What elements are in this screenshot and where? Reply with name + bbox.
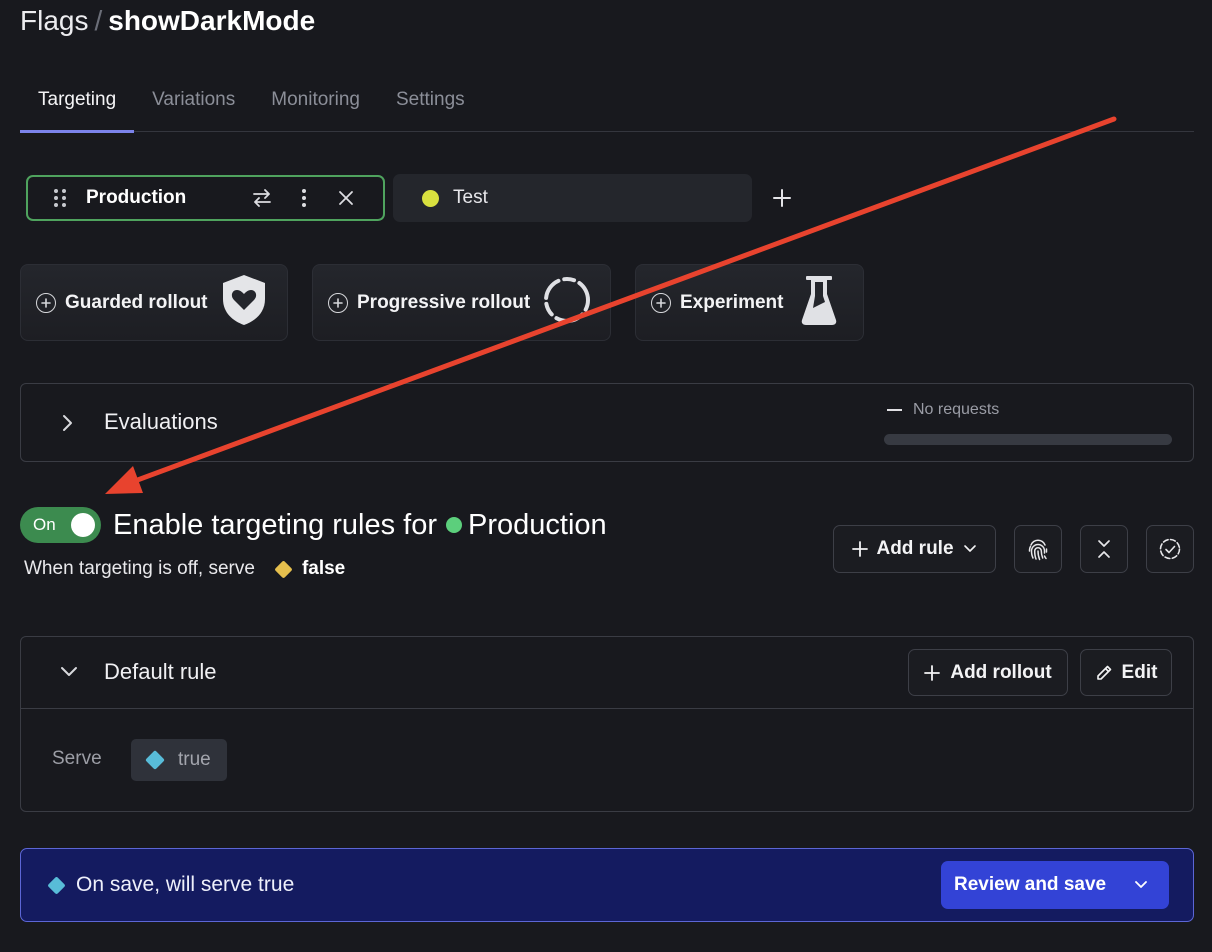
save-message-text: On save, will serve true [76,873,295,896]
guarded-rollout-card[interactable]: Guarded rollout [20,264,288,341]
save-message: On save, will serve true [47,873,295,897]
close-icon[interactable] [325,190,367,206]
add-environment-button[interactable] [768,184,796,212]
toggle-label: On [33,515,56,534]
environment-tab-test[interactable]: Test [393,174,752,222]
more-vertical-icon[interactable] [283,188,325,208]
tab-variations[interactable]: Variations [134,80,253,132]
tab-targeting[interactable]: Targeting [20,80,135,133]
targeting-off-variation: When targeting is off, serve false [24,558,345,580]
page-title: Flags / showDarkMode [20,4,315,38]
card-label: Guarded rollout [65,291,208,313]
targeting-off-value[interactable]: false [302,558,345,580]
environment-color-dot [446,517,463,533]
evaluations-status-text: No requests [913,401,1000,418]
dash-icon [887,409,902,411]
edit-label: Edit [1121,661,1158,683]
fingerprint-button[interactable] [1014,525,1062,573]
plus-icon [852,541,869,557]
review-and-save-button[interactable]: Review and save [941,861,1169,909]
environment-color-dot [422,189,439,207]
serve-value: true [178,749,211,770]
check-circle-dashed-icon [1159,538,1181,560]
targeting-title-text: Enable targeting rules for [113,509,438,541]
targeting-toggle[interactable]: On [20,507,101,543]
add-rollout-button[interactable]: Add rollout [908,649,1068,696]
targeting-title: Enable targeting rules for Production [113,507,607,543]
edit-button[interactable]: Edit [1080,649,1172,696]
variation-diamond-icon [274,559,293,579]
add-rule-label: Add rule [876,538,954,559]
progressive-rollout-card[interactable]: Progressive rollout [312,264,611,341]
swap-icon[interactable] [241,188,283,208]
chevron-down-icon[interactable] [59,665,79,684]
flag-tabs: Targeting Variations Monitoring Settings [20,80,1194,133]
flask-icon [801,274,837,331]
review-check-button[interactable] [1146,525,1194,573]
breadcrumb-flags[interactable]: Flags [20,5,88,36]
evaluations-status: No requests [887,401,999,419]
toggle-knob [71,513,95,537]
evaluations-panel[interactable]: Evaluations No requests [20,383,1194,462]
chevron-right-icon[interactable] [61,413,73,438]
variation-diamond-icon [145,750,165,770]
serve-label: Serve [52,748,102,769]
add-rollout-label: Add rollout [950,661,1052,683]
add-circle-icon [36,292,56,313]
plus-icon [773,189,791,207]
shield-heart-icon [220,273,268,332]
dashed-circle-icon [542,275,592,330]
experiment-card[interactable]: Experiment [635,264,864,341]
card-label: Progressive rollout [357,291,531,313]
collapse-all-button[interactable] [1080,525,1128,573]
evaluations-title: Evaluations [104,409,218,434]
tab-monitoring[interactable]: Monitoring [253,80,378,132]
plus-icon [924,664,941,681]
default-rule-panel: Default rule Add rollout Edit Serve true [20,636,1194,812]
tab-settings[interactable]: Settings [378,80,483,132]
evaluations-progress-bar [884,434,1172,445]
fingerprint-icon [1028,539,1048,561]
annotation-arrow-head [105,466,143,494]
chevron-down-icon[interactable] [1121,880,1161,890]
collapse-all-icon [1098,540,1110,558]
pencil-icon [1096,665,1111,680]
card-label: Experiment [680,291,784,313]
environment-label: Production [86,187,187,208]
variation-diamond-icon [47,875,66,895]
serve-variation-select[interactable]: true [131,739,227,781]
targeting-environment: Production [468,509,607,541]
add-circle-icon [651,292,671,313]
environment-tab-production[interactable]: Production [26,175,385,221]
targeting-off-text: When targeting is off, serve [24,558,255,579]
drag-handle-icon[interactable] [54,189,66,207]
add-rule-button[interactable]: Add rule [833,525,996,573]
default-rule-title: Default rule [104,659,217,684]
default-rule-header: Default rule Add rollout Edit [21,637,1193,709]
breadcrumb-separator: / [94,5,103,36]
flag-key: showDarkMode [108,5,316,36]
add-circle-icon [328,292,348,313]
environment-label: Test [453,187,488,208]
save-banner: On save, will serve true Review and save [20,848,1194,922]
review-and-save-label: Review and save [954,874,1107,895]
chevron-down-icon [963,545,976,552]
